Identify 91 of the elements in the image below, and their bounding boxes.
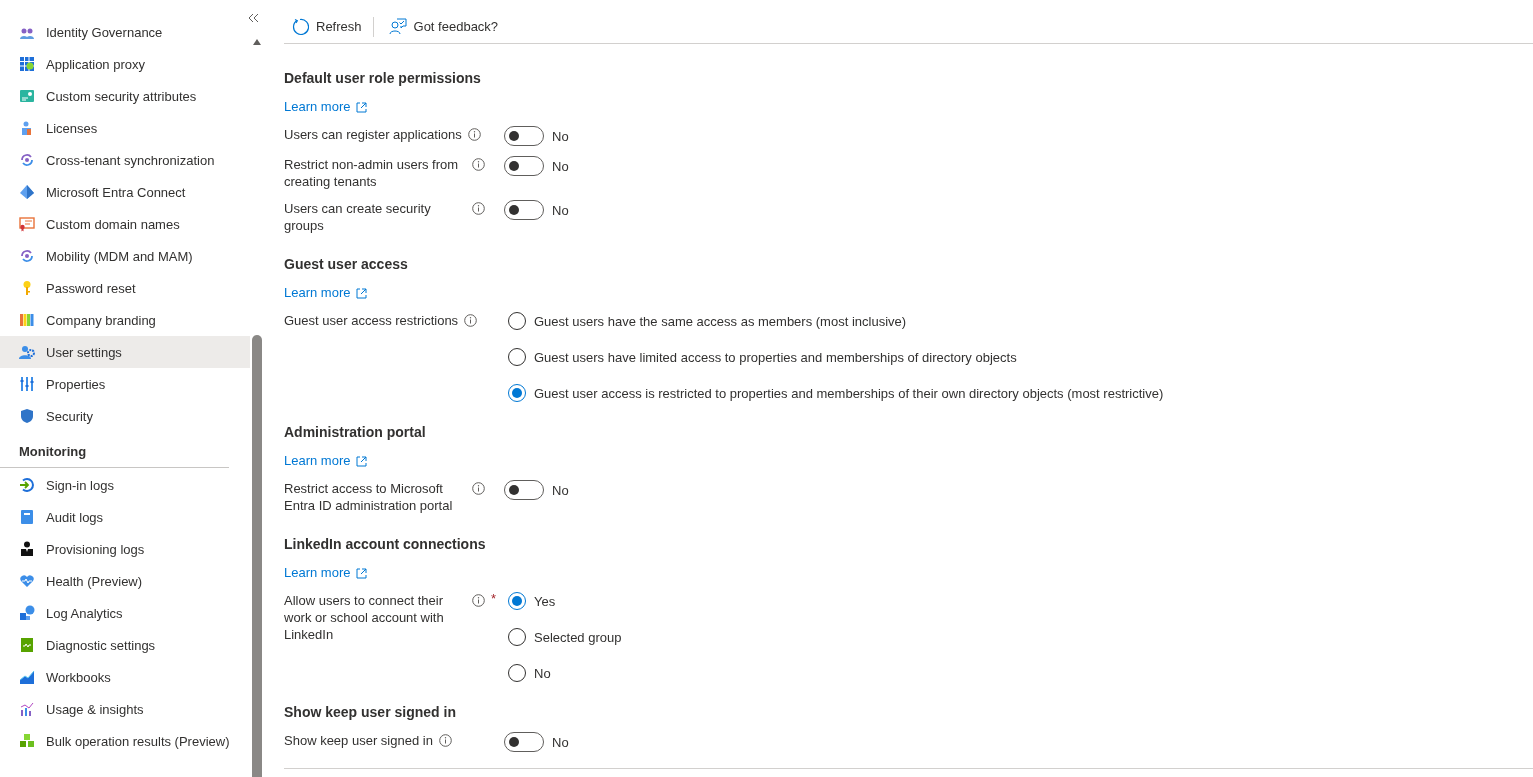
section-title: Default user role permissions: [284, 69, 482, 88]
external-link-icon: [356, 455, 368, 467]
setting-label: Guest user access restrictions: [284, 312, 459, 329]
nav-item[interactable]: User settings: [0, 336, 250, 368]
person-icon: [19, 541, 35, 557]
toggle-value: No: [552, 128, 569, 144]
pyramid-icon: [19, 184, 35, 200]
sync-icon: [19, 152, 35, 168]
setting-label: Users can create security groups: [284, 200, 432, 234]
setting-label: Restrict non-admin users from creating tenants: [284, 156, 460, 190]
info-icon[interactable]: [472, 594, 485, 607]
radio-label[interactable]: Guest user access is restricted to properties and memberships of their own directory objects (most restrictive): [534, 385, 1164, 401]
feedback-icon: [388, 17, 407, 36]
info-icon[interactable]: [472, 158, 485, 171]
toggle-value: No: [552, 158, 569, 174]
book-icon: [19, 509, 35, 525]
nav-item[interactable]: Mobility (MDM and MAM): [0, 240, 250, 272]
chart-square-icon: [19, 637, 35, 653]
nav-item[interactable]: Audit logs: [0, 501, 250, 533]
nav-item[interactable]: Application proxy: [0, 48, 250, 80]
radio-label[interactable]: Guest users have the same access as members (most inclusive): [534, 313, 907, 329]
sliders-icon: [19, 376, 35, 392]
shield-icon: [19, 408, 35, 424]
radio-label[interactable]: Selected group: [534, 629, 622, 645]
nav-item[interactable]: Health (Preview): [0, 565, 250, 597]
info-icon[interactable]: [464, 314, 478, 327]
person-gear-icon: [19, 344, 35, 360]
nav-item[interactable]: Password reset: [0, 272, 250, 304]
external-link-icon: [356, 287, 368, 299]
refresh-icon: [291, 17, 309, 36]
sign-in-icon: [19, 477, 35, 493]
external-link-icon: [356, 101, 368, 113]
toggle-switch[interactable]: [504, 200, 544, 220]
section-heading: Monitoring: [0, 432, 229, 468]
area-chart-icon: [19, 669, 35, 685]
nav-item[interactable]: Provisioning logs: [0, 533, 250, 565]
setting-label: Allow users to connect their work or school account with LinkedIn: [284, 592, 445, 643]
info-icon[interactable]: [467, 128, 481, 141]
external-link-icon: [356, 567, 368, 579]
scrollbar-thumb[interactable]: [252, 335, 262, 777]
card-icon: [19, 88, 35, 104]
section-title: Guest user access: [284, 255, 409, 274]
grid-icon: [19, 56, 35, 72]
learn-more-link[interactable]: Learn more: [284, 564, 368, 582]
heart-icon: [19, 573, 35, 589]
nav-item[interactable]: Workbooks: [0, 661, 250, 693]
radio-label[interactable]: Guest users have limited access to properties and memberships of directory objects: [534, 349, 1017, 365]
toggle-switch[interactable]: [504, 732, 544, 752]
radio-label[interactable]: No: [534, 665, 551, 681]
refresh-button[interactable]: Refresh: [284, 10, 369, 43]
section-title: LinkedIn account connections: [284, 535, 487, 554]
nav-item[interactable]: Cross-tenant synchronization: [0, 144, 250, 176]
radio-label[interactable]: Yes: [534, 593, 556, 609]
toggle-value: No: [552, 482, 569, 498]
nav-item[interactable]: Bulk operation results (Preview): [0, 725, 250, 757]
nav-item[interactable]: Log Analytics: [0, 597, 250, 629]
scroll-up-icon[interactable]: [253, 39, 261, 45]
setting-label: Restrict access to Microsoft Entra ID administration portal: [284, 480, 454, 514]
feedback-button[interactable]: Got feedback?: [381, 10, 506, 43]
bar-chart-icon: [19, 701, 35, 717]
bars-icon: [19, 312, 35, 328]
nav-item[interactable]: Microsoft Entra Connect: [0, 176, 250, 208]
section-title: Show keep user signed in: [284, 703, 457, 722]
nav-item[interactable]: Properties: [0, 368, 250, 400]
nav-item[interactable]: Sign-in logs: [0, 469, 250, 501]
certificate-icon: [19, 216, 35, 232]
toggle-switch[interactable]: [504, 480, 544, 500]
setting-label: Users can register applications: [284, 126, 462, 143]
required-mark: *: [491, 592, 497, 606]
toggle-value: No: [552, 734, 569, 750]
nav-item[interactable]: Security: [0, 400, 250, 432]
learn-more-link[interactable]: Learn more: [284, 452, 368, 470]
nav-item[interactable]: Identity Governance: [0, 16, 250, 48]
nav-item[interactable]: Licenses: [0, 112, 250, 144]
setting-label: Show keep user signed in: [284, 732, 433, 749]
nav-item[interactable]: Usage & insights: [0, 693, 250, 725]
info-icon[interactable]: [438, 734, 452, 747]
sync-icon: [19, 248, 35, 264]
learn-more-link[interactable]: Learn more: [284, 284, 368, 302]
collapse-icon[interactable]: [248, 13, 260, 23]
info-icon[interactable]: [472, 482, 485, 495]
toggle-switch[interactable]: [504, 156, 544, 176]
nav-item[interactable]: Custom security attributes: [0, 80, 250, 112]
nav-item[interactable]: Company branding: [0, 304, 250, 336]
section-title: Administration portal: [284, 423, 427, 442]
toggle-switch[interactable]: [504, 126, 544, 146]
learn-more-link[interactable]: Learn more: [284, 98, 368, 116]
nav-item[interactable]: Diagnostic settings: [0, 629, 250, 661]
nav-item[interactable]: Custom domain names: [0, 208, 250, 240]
info-icon[interactable]: [472, 202, 485, 215]
toggle-value: No: [552, 202, 569, 218]
